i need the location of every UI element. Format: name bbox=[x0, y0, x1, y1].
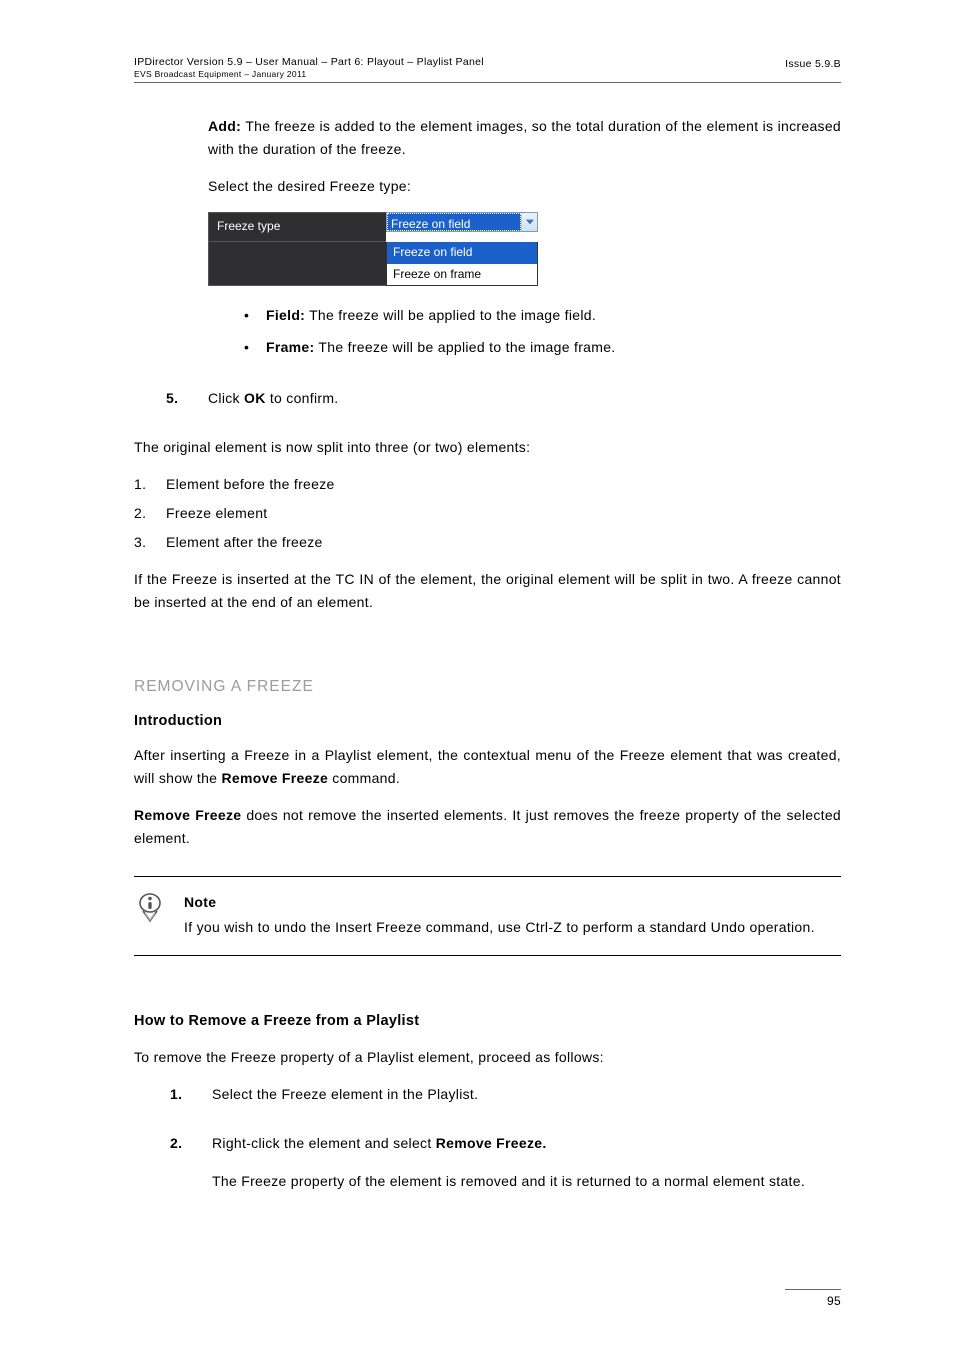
freeze-select[interactable]: Freeze on field bbox=[386, 212, 538, 242]
howto-step-2-result: The Freeze property of the element is re… bbox=[212, 1170, 841, 1193]
field-desc: The freeze will be applied to the image … bbox=[305, 307, 596, 323]
list-item: 1. Element before the freeze bbox=[134, 473, 841, 496]
add-label: Add: bbox=[208, 118, 245, 134]
p1c: command. bbox=[328, 770, 400, 786]
s2a: Right-click the element and select bbox=[212, 1135, 436, 1151]
freeze-label-spacer bbox=[208, 242, 386, 287]
chevron-down-icon[interactable] bbox=[521, 213, 537, 231]
heading-introduction: Introduction bbox=[134, 710, 841, 734]
freeze-option-frame[interactable]: Freeze on frame bbox=[387, 264, 537, 286]
howto-steps: 1. Select the Freeze element in the Play… bbox=[134, 1083, 841, 1206]
freeze-select-box[interactable]: Freeze on field bbox=[386, 212, 538, 232]
frame-label: Frame: bbox=[266, 339, 314, 355]
step-5-body: Click OK to confirm. bbox=[208, 387, 841, 424]
click-word: Click bbox=[208, 390, 244, 406]
step-number: 1. bbox=[170, 1083, 200, 1120]
split-intro: The original element is now split into t… bbox=[134, 436, 841, 459]
split-list: 1. Element before the freeze 2. Freeze e… bbox=[134, 473, 841, 554]
step-number: 5. bbox=[166, 387, 196, 424]
header-left: IPDirector Version 5.9 – User Manual – P… bbox=[134, 56, 484, 80]
remove-intro-p2: Remove Freeze does not remove the insert… bbox=[134, 804, 841, 850]
p1b: Remove Freeze bbox=[221, 770, 328, 786]
heading-howto: How to Remove a Freeze from a Playlist bbox=[134, 1010, 841, 1034]
remove-intro-p1: After inserting a Freeze in a Playlist e… bbox=[134, 744, 841, 790]
header-subtitle: EVS Broadcast Equipment – January 2011 bbox=[134, 69, 484, 80]
bullet-frame-text: Frame: The freeze will be applied to the… bbox=[266, 336, 841, 359]
page-footer: 95 bbox=[785, 1289, 841, 1312]
step-5-text: Click OK to confirm. bbox=[208, 387, 841, 410]
after-steps-block: The original element is now split into t… bbox=[134, 436, 841, 1207]
split-note: If the Freeze is inserted at the TC IN o… bbox=[134, 568, 841, 614]
add-text: The freeze is added to the element image… bbox=[208, 118, 841, 157]
step-number: 2. bbox=[170, 1132, 200, 1206]
header-title: IPDirector Version 5.9 – User Manual – P… bbox=[134, 56, 484, 69]
freeze-dropdown[interactable]: Freeze on field Freeze on frame bbox=[386, 242, 538, 287]
heading-remove-freeze: Removing a Freeze bbox=[134, 674, 841, 700]
freeze-option-field[interactable]: Freeze on field bbox=[387, 242, 537, 264]
list-text: Element after the freeze bbox=[166, 531, 841, 554]
howto-step-1-text: Select the Freeze element in the Playlis… bbox=[212, 1083, 841, 1106]
bullet-field-text: Field: The freeze will be applied to the… bbox=[266, 304, 841, 327]
page-number: 95 bbox=[785, 1289, 841, 1312]
freeze-type-label: Freeze type bbox=[208, 212, 386, 242]
step-5: 5. Click OK to confirm. bbox=[166, 387, 841, 424]
howto-step-2: 2. Right-click the element and select Re… bbox=[170, 1132, 841, 1206]
step-4-intro: Add: The freeze is added to the element … bbox=[208, 115, 841, 161]
howto-step-2-body: Right-click the element and select Remov… bbox=[212, 1132, 841, 1206]
list-num: 2. bbox=[134, 502, 152, 525]
list-item: 2. Freeze element bbox=[134, 502, 841, 525]
howto-step-1-body: Select the Freeze element in the Playlis… bbox=[212, 1083, 841, 1120]
note-box: Note If you wish to undo the Insert Free… bbox=[134, 876, 841, 956]
list-num: 1. bbox=[134, 473, 152, 496]
page-header: IPDirector Version 5.9 – User Manual – P… bbox=[134, 56, 841, 83]
step-body: Add: The freeze is added to the element … bbox=[208, 115, 841, 375]
howto-step-1: 1. Select the Freeze element in the Play… bbox=[170, 1083, 841, 1120]
step-4: 4. Add: The freeze is added to the eleme… bbox=[166, 115, 841, 375]
note-body: Note If you wish to undo the Insert Free… bbox=[184, 891, 841, 939]
list-text: Freeze element bbox=[166, 502, 841, 525]
howto-lead: To remove the Freeze property of a Playl… bbox=[134, 1046, 841, 1069]
ok-label: OK bbox=[244, 390, 266, 406]
p2a: Remove Freeze bbox=[134, 807, 241, 823]
select-freeze-line: Select the desired Freeze type: bbox=[208, 175, 841, 198]
note-icon bbox=[134, 891, 166, 939]
confirm-rest: to confirm. bbox=[266, 390, 339, 406]
freeze-selected-text: Freeze on field bbox=[387, 213, 521, 231]
bullet-dot-icon bbox=[244, 304, 256, 327]
p2b: does not remove the inserted elements. I… bbox=[134, 807, 841, 846]
bullet-frame: Frame: The freeze will be applied to the… bbox=[244, 336, 841, 359]
s2b: Remove Freeze. bbox=[436, 1135, 547, 1151]
field-label: Field: bbox=[266, 307, 305, 323]
page: IPDirector Version 5.9 – User Manual – P… bbox=[0, 0, 954, 1350]
note-heading: Note bbox=[184, 891, 841, 914]
list-item: 3. Element after the freeze bbox=[134, 531, 841, 554]
freeze-row: Freeze type Freeze on field bbox=[208, 212, 538, 242]
header-issue: Issue 5.9.B bbox=[785, 56, 841, 73]
main-content: 4. Add: The freeze is added to the eleme… bbox=[134, 115, 841, 424]
list-text: Element before the freeze bbox=[166, 473, 841, 496]
list-num: 3. bbox=[134, 531, 152, 554]
howto-step-2-text: Right-click the element and select Remov… bbox=[212, 1132, 841, 1155]
bullet-field: Field: The freeze will be applied to the… bbox=[244, 304, 841, 327]
frame-desc: The freeze will be applied to the image … bbox=[314, 339, 615, 355]
bullet-dot-icon bbox=[244, 336, 256, 359]
note-text: If you wish to undo the Insert Freeze co… bbox=[184, 916, 841, 939]
freeze-dropdown-wrap: Freeze on field Freeze on frame bbox=[386, 242, 538, 287]
freeze-row-dropdown: Freeze on field Freeze on frame bbox=[208, 242, 538, 287]
freeze-type-widget: Freeze type Freeze on field bbox=[208, 212, 538, 286]
